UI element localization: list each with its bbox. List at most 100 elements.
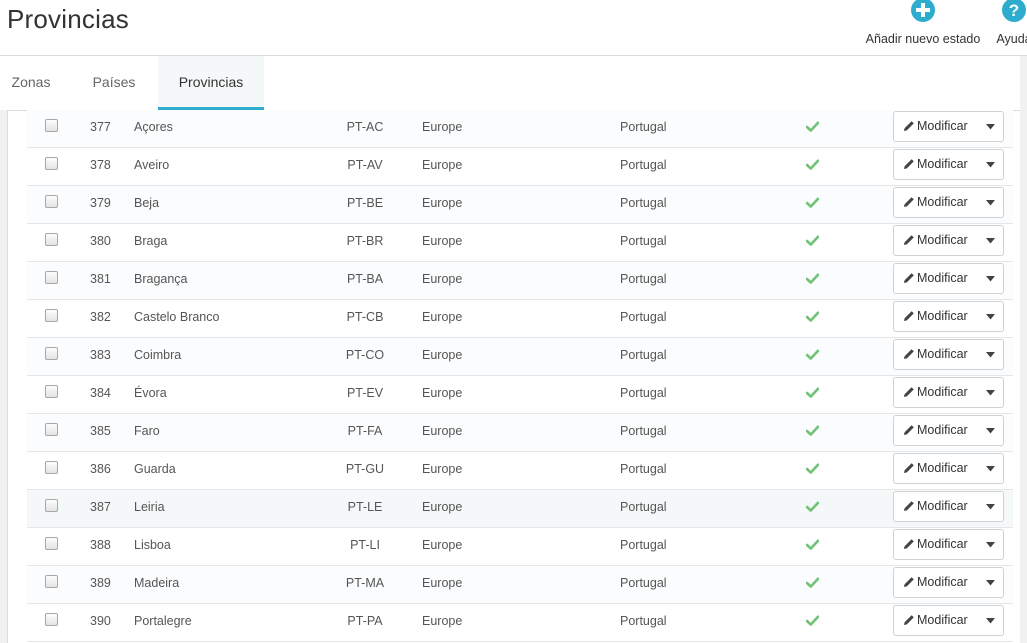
- table-row[interactable]: 387 Leiria PT-LE Europe Portugal Modificar: [27, 490, 1013, 528]
- row-checkbox[interactable]: [45, 499, 58, 512]
- row-checkbox[interactable]: [45, 347, 58, 360]
- enabled-check-icon[interactable]: [806, 349, 819, 360]
- modify-button[interactable]: Modificar: [894, 340, 978, 369]
- row-name: Évora: [134, 386, 167, 400]
- modify-button[interactable]: Modificar: [894, 568, 978, 597]
- modify-label: Modificar: [917, 233, 968, 247]
- actions-dropdown-toggle[interactable]: [978, 454, 1003, 483]
- actions-dropdown-toggle[interactable]: [978, 530, 1003, 559]
- row-id: 385: [90, 424, 111, 438]
- row-checkbox[interactable]: [45, 233, 58, 246]
- modify-label: Modificar: [917, 347, 968, 361]
- add-new-state-button[interactable]: Añadir nuevo estado: [862, 0, 984, 46]
- enabled-check-icon[interactable]: [806, 387, 819, 398]
- row-checkbox[interactable]: [45, 157, 58, 170]
- modify-button[interactable]: Modificar: [894, 378, 978, 407]
- enabled-check-icon[interactable]: [806, 311, 819, 322]
- actions-dropdown-toggle[interactable]: [978, 492, 1003, 521]
- modify-button[interactable]: Modificar: [894, 112, 978, 141]
- row-zone: Europe: [422, 234, 463, 248]
- row-id: 378: [90, 158, 111, 172]
- enabled-check-icon[interactable]: [806, 159, 819, 170]
- row-checkbox[interactable]: [45, 423, 58, 436]
- row-zone: Europe: [422, 614, 463, 628]
- table-row[interactable]: 378 Aveiro PT-AV Europe Portugal Modificar: [27, 148, 1013, 186]
- enabled-check-icon[interactable]: [806, 615, 819, 626]
- actions-dropdown-toggle[interactable]: [978, 378, 1003, 407]
- modify-button[interactable]: Modificar: [894, 302, 978, 331]
- table-row[interactable]: 386 Guarda PT-GU Europe Portugal Modificar: [27, 452, 1013, 490]
- enabled-check-icon[interactable]: [806, 235, 819, 246]
- row-country: Portugal: [620, 538, 667, 552]
- row-zone: Europe: [422, 576, 463, 590]
- modify-label: Modificar: [917, 499, 968, 513]
- actions-dropdown-toggle[interactable]: [978, 112, 1003, 141]
- modify-button[interactable]: Modificar: [894, 150, 978, 179]
- help-button[interactable]: ? Ayuda: [994, 0, 1027, 46]
- modify-button[interactable]: Modificar: [894, 416, 978, 445]
- row-checkbox[interactable]: [45, 613, 58, 626]
- enabled-check-icon[interactable]: [806, 577, 819, 588]
- row-checkbox[interactable]: [45, 195, 58, 208]
- row-checkbox[interactable]: [45, 461, 58, 474]
- modify-button[interactable]: Modificar: [894, 188, 978, 217]
- tab-zonas[interactable]: Zonas: [0, 56, 62, 110]
- row-checkbox[interactable]: [45, 271, 58, 284]
- enabled-check-icon[interactable]: [806, 197, 819, 208]
- plus-circle-icon: [911, 0, 935, 22]
- table-row[interactable]: 382 Castelo Branco PT-CB Europe Portugal Modi…: [27, 300, 1013, 338]
- enabled-check-icon[interactable]: [806, 539, 819, 550]
- caret-down-icon: [986, 504, 995, 510]
- table-row[interactable]: 384 Évora PT-EV Europe Portugal Modificar: [27, 376, 1013, 414]
- enabled-check-icon[interactable]: [806, 273, 819, 284]
- actions-dropdown-toggle[interactable]: [978, 568, 1003, 597]
- modify-button[interactable]: Modificar: [894, 454, 978, 483]
- actions-dropdown-toggle[interactable]: [978, 416, 1003, 445]
- row-name: Beja: [134, 196, 160, 210]
- table-row[interactable]: 381 Bragança PT-BA Europe Portugal Modificar: [27, 262, 1013, 300]
- row-name: Castelo Branco: [134, 310, 220, 324]
- caret-down-icon: [986, 466, 995, 472]
- pencil-icon: [904, 425, 914, 435]
- table-row[interactable]: 388 Lisboa PT-LI Europe Portugal Modificar: [27, 528, 1013, 566]
- pencil-icon: [904, 463, 914, 473]
- row-checkbox[interactable]: [45, 309, 58, 322]
- row-checkbox[interactable]: [45, 575, 58, 588]
- modify-button[interactable]: Modificar: [894, 264, 978, 293]
- action-button-group: Modificar: [893, 339, 1004, 370]
- table-row[interactable]: 389 Madeira PT-MA Europe Portugal Modificar: [27, 566, 1013, 604]
- modify-button[interactable]: Modificar: [894, 606, 978, 635]
- row-name: Açores: [134, 120, 173, 134]
- row-checkbox[interactable]: [45, 385, 58, 398]
- actions-dropdown-toggle[interactable]: [978, 150, 1003, 179]
- enabled-check-icon[interactable]: [806, 121, 819, 132]
- caret-down-icon: [986, 276, 995, 282]
- modify-button[interactable]: Modificar: [894, 530, 978, 559]
- enabled-check-icon[interactable]: [806, 425, 819, 436]
- table-row[interactable]: 383 Coimbra PT-CO Europe Portugal Modificar: [27, 338, 1013, 376]
- row-checkbox[interactable]: [45, 537, 58, 550]
- scrollbar[interactable]: [1020, 56, 1027, 643]
- row-country: Portugal: [620, 158, 667, 172]
- modify-button[interactable]: Modificar: [894, 492, 978, 521]
- row-checkbox[interactable]: [45, 119, 58, 132]
- enabled-check-icon[interactable]: [806, 463, 819, 474]
- table-row[interactable]: 390 Portalegre PT-PA Europe Portugal Modifica…: [27, 604, 1013, 642]
- tab-provincias[interactable]: Provincias: [158, 56, 264, 110]
- row-zone: Europe: [422, 462, 463, 476]
- table-row[interactable]: 380 Braga PT-BR Europe Portugal Modificar: [27, 224, 1013, 262]
- actions-dropdown-toggle[interactable]: [978, 302, 1003, 331]
- actions-dropdown-toggle[interactable]: [978, 340, 1003, 369]
- table-row[interactable]: 377 Açores PT-AC Europe Portugal Modificar: [27, 110, 1013, 148]
- actions-dropdown-toggle[interactable]: [978, 226, 1003, 255]
- actions-dropdown-toggle[interactable]: [978, 264, 1003, 293]
- table-row[interactable]: 379 Beja PT-BE Europe Portugal Modificar: [27, 186, 1013, 224]
- table-row[interactable]: 385 Faro PT-FA Europe Portugal Modificar: [27, 414, 1013, 452]
- modify-button[interactable]: Modificar: [894, 226, 978, 255]
- actions-dropdown-toggle[interactable]: [978, 606, 1003, 635]
- row-id: 390: [90, 614, 111, 628]
- action-button-group: Modificar: [893, 111, 1004, 142]
- enabled-check-icon[interactable]: [806, 501, 819, 512]
- actions-dropdown-toggle[interactable]: [978, 188, 1003, 217]
- tab-paises[interactable]: Países: [74, 56, 154, 110]
